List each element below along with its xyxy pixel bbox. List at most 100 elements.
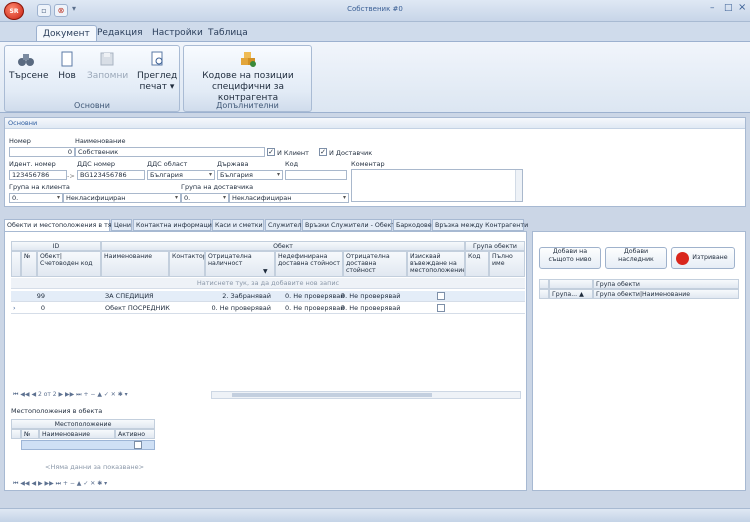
search-button[interactable]: Търсене [9,50,48,82]
group-col-a[interactable]: Група... ▲ [549,289,593,299]
horizontal-scrollbar[interactable] [211,391,521,399]
record-counter: 2 от 2 [37,391,57,398]
row-negative-cost: 0. Не проверявай [341,304,401,312]
add-same-level-button[interactable]: Добави на същото ниво [539,247,601,269]
print-preview-button[interactable]: Преглед печат ▾ [137,50,177,93]
table-row[interactable]: 99 ЗА СПЕДИЦИЯ 2. Забранявай 0. Не прове… [11,291,525,302]
band-group: Група обекти [465,241,525,251]
group-main: Търсене Нов Запомни Преглед печат ▾ Основ… [4,45,180,112]
vat-field[interactable]: BG123456786 [77,170,145,180]
locations-navigator[interactable]: ⏮ ◀◀ ◀ ▶ ▶▶ ⏭ + − ▲ ✓ ✕ ✱ ▾ [13,480,107,488]
tab-prices[interactable]: Цени [111,219,132,231]
col-num[interactable]: № [21,251,37,277]
comment-label: Коментар [351,160,385,168]
supplier-group-select[interactable]: Некласифициран [229,193,349,203]
supplier-group-code[interactable]: 0. [181,193,229,203]
locations-title: Местоположения в обекта [11,407,103,415]
tab-settings[interactable]: Настройки [146,25,209,42]
new-row-prompt[interactable]: Натиснете тук, за да добавите нов запис [11,278,525,289]
save-button[interactable]: Запомни [87,50,128,82]
id-field[interactable]: 123456786 [9,170,67,180]
pane-header: Основни [5,118,745,129]
col-contact[interactable]: Контактор [169,251,205,277]
tab-cashboxes[interactable]: Каси и сметки [212,219,264,231]
number-field[interactable]: 0 [9,147,75,157]
grid-navigator[interactable]: ⏮ ◀◀ ◀ 2 от 2 ▶ ▶▶ ⏭ + − ▲ ✓ ✕ ✱ ▾ [13,391,128,399]
col-undefined-cost[interactable]: Недефинирана доставна стойност [275,251,343,277]
group-main-label: Основни [74,101,110,110]
group-extra-label: Допълнителни [216,101,279,110]
group-col-title[interactable]: Група обекти [593,279,739,289]
group-extra: Кодове на позиции специфични за контраген… [183,45,312,112]
object-groups-panel: Добави на същото ниво Добави наследник И… [532,231,746,491]
table-row[interactable]: › 0 Обект ПОСРЕДНИК 0. Не проверявай 0. … [11,303,525,314]
tab-counterparty-links[interactable]: Връзка между Контрагенти [432,219,528,231]
copy-arrow[interactable]: -> [67,172,75,180]
col-negative-cost[interactable]: Отрицателна доставна стойност [343,251,407,277]
loc-col-num[interactable]: № [21,429,39,439]
col-name[interactable]: Наименование [101,251,169,277]
row-name: Обект ПОСРЕДНИК [105,304,170,312]
ribbon-tabs: Документ Редакция Настройки Таблица [0,22,750,42]
name-field[interactable]: Собственик [75,147,265,157]
band-location: Местоположение [11,419,155,429]
country-select[interactable]: България [217,170,283,180]
window-title: Собственик #0 [347,5,403,13]
number-label: Номер [9,137,31,145]
add-child-button[interactable]: Добави наследник [605,247,667,269]
main-info-pane: Основни Номер 0 Наименование Собственик … [4,117,746,207]
minimize-icon[interactable]: – [710,3,715,13]
tab-table[interactable]: Таблица [202,25,254,42]
client-checkbox-label: И Клиент [277,149,309,157]
supplier-checkbox[interactable]: ✓ [319,148,327,156]
tab-employees[interactable]: Служители [265,219,306,231]
client-group-select[interactable]: Некласифициран [63,193,181,203]
scroll-thumb[interactable] [232,393,432,397]
row-num: 0 [40,304,45,312]
client-group-code[interactable]: 0. [9,193,63,203]
row-indicator-icon: › [13,304,16,312]
group-col-empty [549,279,593,289]
band-object: Обект [101,241,465,251]
close-icon[interactable]: × [738,2,746,13]
tab-document[interactable]: Документ [36,25,97,42]
delete-icon [676,252,689,265]
col-object-code[interactable]: Обект|Счетоводен код [37,251,101,277]
counterparty-codes-button[interactable]: Кодове на позиции специфични за контраген… [188,50,308,104]
save-disk-icon [100,52,114,66]
group-col-b[interactable]: Група обекти|Наименование [593,289,739,299]
supplier-checkbox-label: И Доставчик [329,149,373,157]
col-group-code[interactable]: Код [465,251,489,277]
col-require-location[interactable]: Изисквай въвеждане на местоположение [407,251,465,277]
comment-field[interactable] [351,169,523,202]
code-field[interactable] [285,170,347,180]
new-document-icon [61,51,73,67]
vat-area-select[interactable]: България [147,170,215,180]
new-location-row[interactable] [21,440,155,450]
loc-col-name[interactable]: Наименование [39,429,115,439]
tab-employee-links[interactable]: Връзки Служители - Обекти [302,219,399,231]
loc-col-active[interactable]: Активно [115,429,155,439]
new-button[interactable]: Нов [57,50,77,82]
binoculars-icon [18,54,34,66]
active-checkbox[interactable] [134,441,142,449]
comment-scrollbar[interactable] [515,170,522,201]
col-indicator [11,429,21,439]
row-negative-stock: 2. Забранявай [222,292,271,300]
client-checkbox[interactable]: ✓ [267,148,275,156]
ribbon: Търсене Нов Запомни Преглед печат ▾ Основ… [0,41,750,113]
delete-button[interactable]: Изтриване [671,247,735,269]
boxes-icon [241,52,256,67]
tab-barcodes[interactable]: Баркодове [393,219,432,231]
col-group-fullname[interactable]: Пълно име [489,251,525,277]
tab-edit[interactable]: Редакция [91,25,149,42]
name-label: Наименование [75,137,126,145]
maximize-icon[interactable]: □ [724,3,733,13]
client-group-label: Група на клиента [9,183,70,191]
objects-panel: ID Обект Група обекти № Обект|Счетоводен… [4,231,527,491]
row-num: 99 [36,292,45,300]
require-location-checkbox[interactable] [437,292,445,300]
require-location-checkbox[interactable] [437,304,445,312]
row-undefined-cost: 0. Не проверявай [285,292,345,300]
tab-contact[interactable]: Контактна информация [133,219,216,231]
